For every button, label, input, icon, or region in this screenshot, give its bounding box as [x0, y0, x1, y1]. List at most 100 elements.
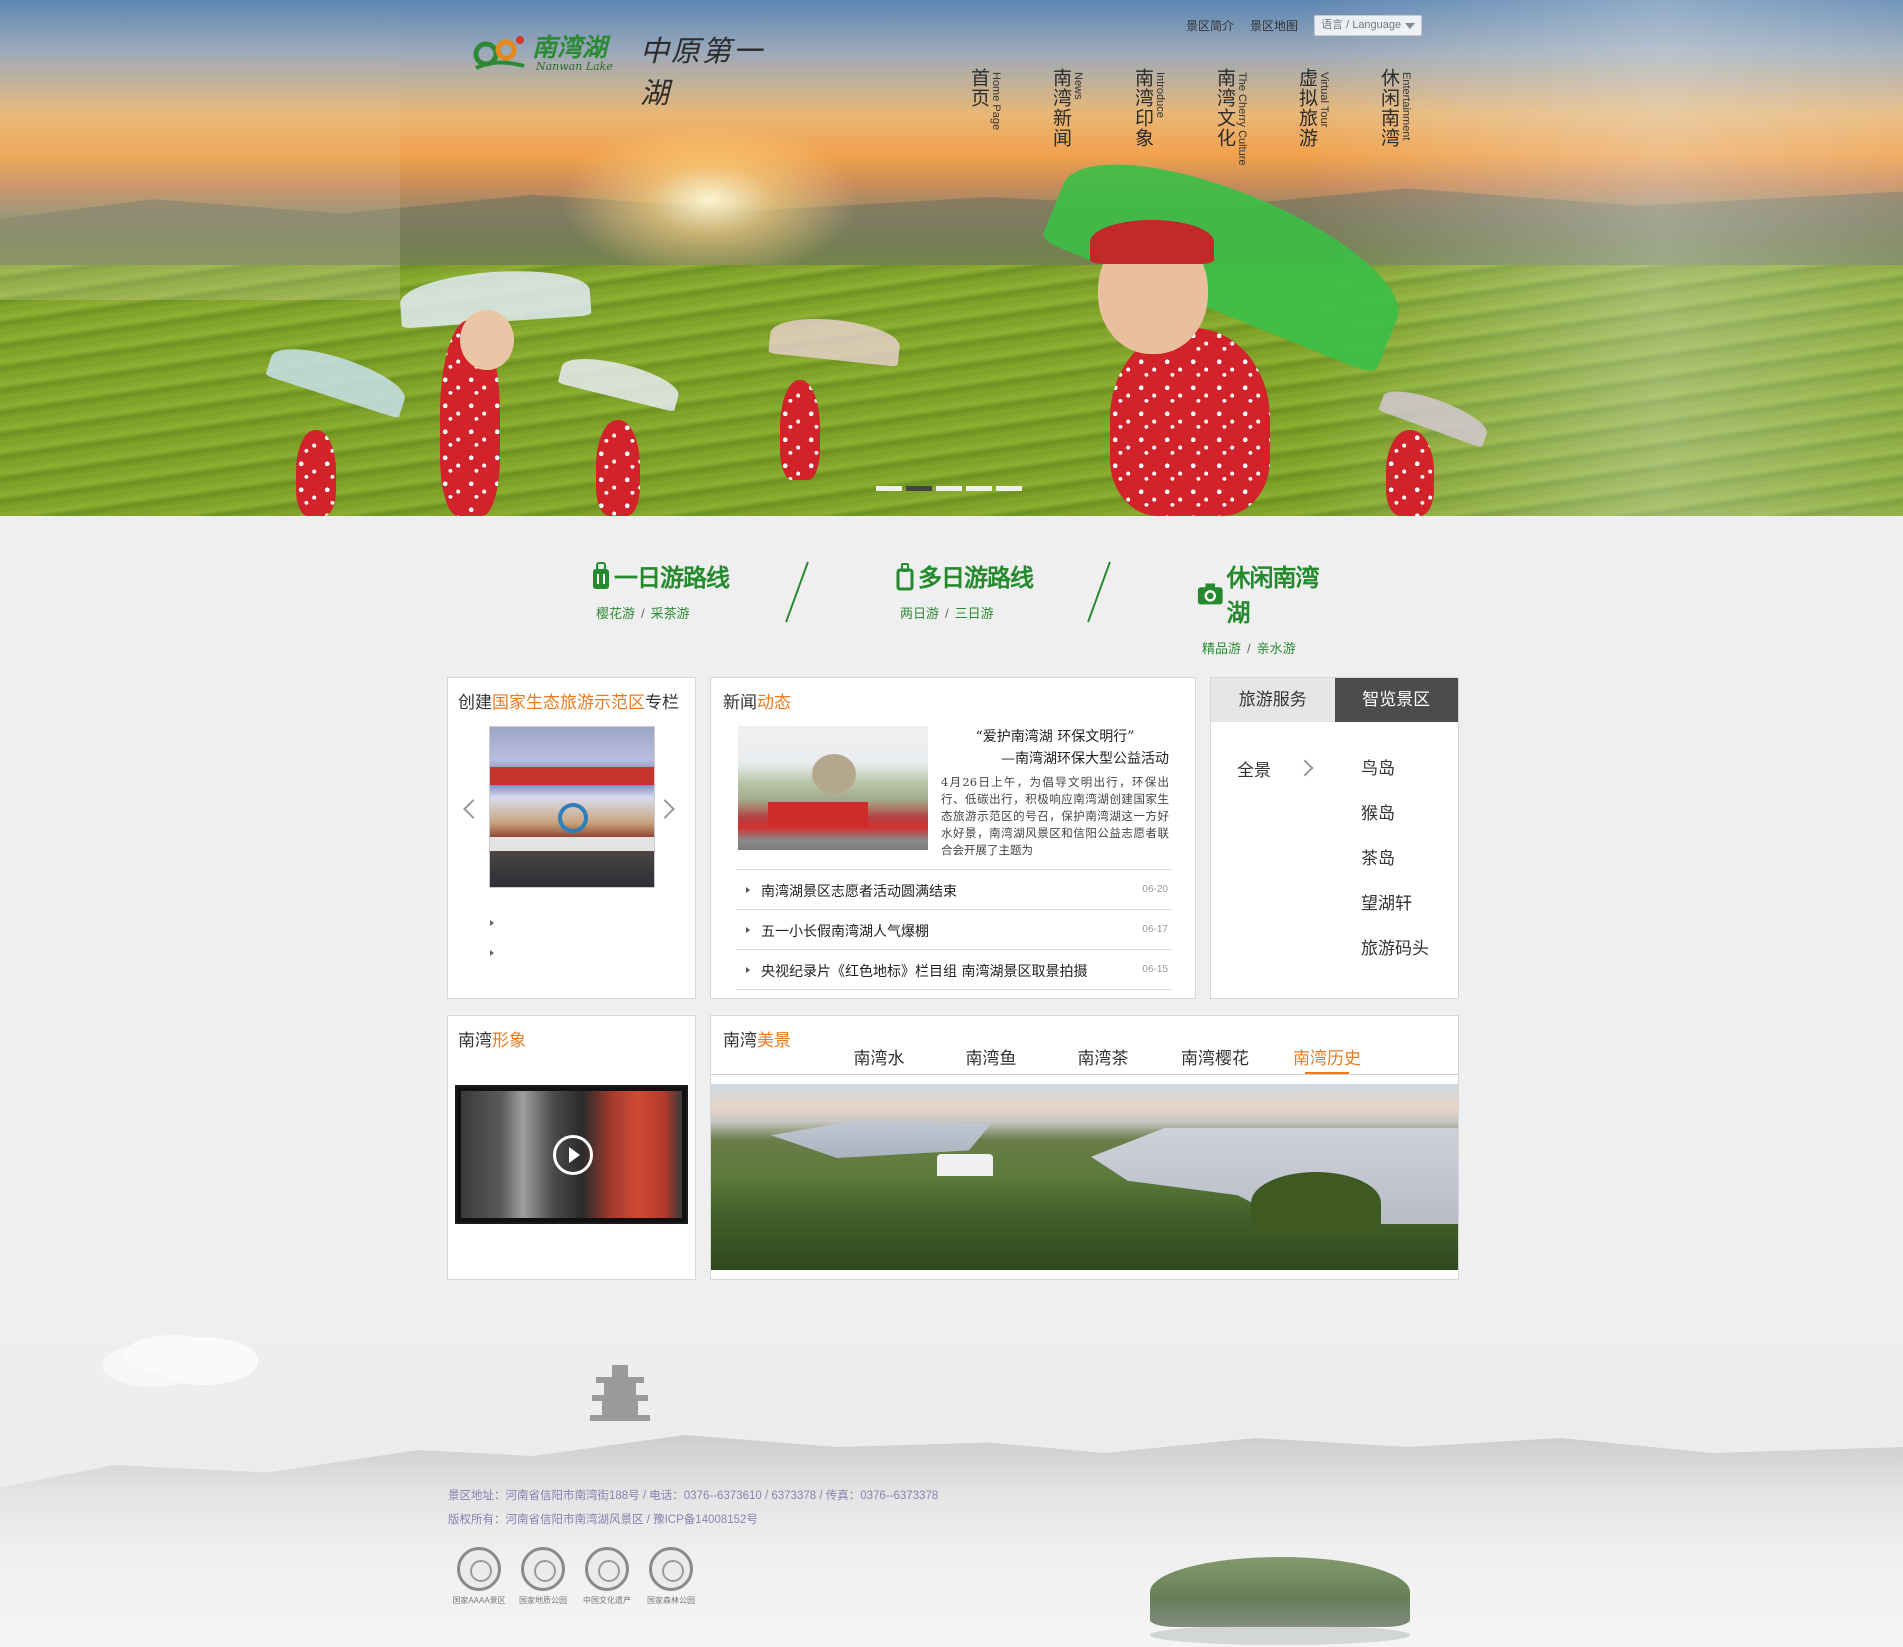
badge-seal-icon	[585, 1547, 629, 1591]
route-sub-link[interactable]: 采茶游	[651, 606, 690, 621]
badge-seal-icon	[457, 1547, 501, 1591]
news-list-item[interactable]: 五一小长假南湾湖人气爆棚 06-17	[736, 910, 1172, 950]
route-subs: 两日游 / 三日游	[894, 603, 1034, 622]
nav-item-entertainment[interactable]: 休闲南湾 Entertainment	[1376, 68, 1458, 198]
slider-pagination	[876, 486, 1026, 491]
news-title: 新闻动态	[723, 688, 791, 713]
scenic-place-item[interactable]: 鸟岛	[1361, 754, 1429, 799]
tea-picker-main	[1110, 328, 1270, 516]
service-tabs: 旅游服务 智览景区	[1211, 678, 1458, 722]
main-nav: 首页 Home Page 南湾新闻 News 南湾印象 Introduce 南湾…	[966, 68, 1458, 198]
scenery-title-a: 南湾	[723, 1031, 757, 1051]
tour-routes: 一日游路线 樱花游 / 采茶游 多日游路线 两日游 / 三日游 休闲南湾湖 精品游 / 亲水…	[586, 558, 1326, 656]
badge-geopark[interactable]: 国家地质公园	[512, 1547, 574, 1606]
badge-forest-park[interactable]: 国家森林公园	[640, 1547, 702, 1606]
news-list-item[interactable]: 央视纪录片《红色地标》栏目组 南湾湖景区取景拍摄 06-15	[736, 950, 1172, 990]
route-title-text: 休闲南湾湖	[1226, 565, 1320, 627]
nav-item-home[interactable]: 首页 Home Page	[966, 68, 1048, 198]
news-item-title: 五一小长假南湾湖人气爆棚	[761, 924, 929, 940]
route-sub-sep: /	[1247, 641, 1251, 656]
image-card-title: 南湾形象	[458, 1026, 526, 1051]
tab-smart-scenic[interactable]: 智览景区	[1334, 678, 1458, 722]
photo-island	[1251, 1172, 1381, 1234]
nav-item-english: Virtual Tour	[1318, 72, 1330, 128]
route-sub-link[interactable]: 精品游	[1202, 641, 1241, 656]
site-footer: 景区地址：河南省信阳市南湾街188号 / 电话：0376--6373610 / …	[0, 1325, 1903, 1647]
logo-name: 南湾湖	[532, 33, 608, 62]
chevron-left-icon[interactable]	[463, 799, 483, 819]
route-leisure[interactable]: 休闲南湾湖 精品游 / 亲水游	[1196, 558, 1336, 656]
hero-sun	[560, 120, 860, 280]
hero-haze-left	[0, 0, 400, 300]
nav-item-english: News	[1072, 72, 1084, 100]
news-title-a: 新闻	[723, 693, 757, 713]
tab-nanwan-tea[interactable]: 南湾茶	[1047, 1044, 1159, 1072]
route-sub-link[interactable]: 三日游	[955, 606, 994, 621]
slider-dot[interactable]	[876, 486, 902, 491]
promo-video[interactable]	[455, 1085, 688, 1224]
news-title-highlight: 动态	[757, 693, 791, 713]
eco-column-card: 创建国家生态旅游示范区专栏	[447, 677, 696, 999]
logo-mark-icon	[473, 36, 525, 70]
scenic-place-item[interactable]: 茶岛	[1361, 844, 1429, 889]
eco-meeting-photo[interactable]	[489, 726, 655, 888]
tab-travel-service[interactable]: 旅游服务	[1211, 678, 1335, 722]
news-list-item[interactable]: 南湾湖景区志愿者活动圆满结束 06-20	[736, 870, 1172, 910]
news-item-title: 南湾湖景区志愿者活动圆满结束	[761, 884, 957, 900]
chevron-down-icon	[1405, 22, 1416, 29]
image-title-a: 南湾	[458, 1031, 492, 1051]
panorama-link[interactable]: 全景	[1237, 756, 1271, 781]
scenic-place-item[interactable]: 猴岛	[1361, 799, 1429, 844]
badge-heritage[interactable]: 中国文化遗产	[576, 1547, 638, 1606]
scenic-place-item[interactable]: 旅游码头	[1361, 934, 1429, 979]
route-multi-day[interactable]: 多日游路线 两日游 / 三日游	[894, 558, 1034, 628]
list-bullet-icon	[746, 967, 750, 973]
nav-item-news[interactable]: 南湾新闻 News	[1048, 68, 1130, 198]
photo-table	[490, 837, 654, 851]
chevron-right-icon[interactable]	[1296, 759, 1314, 777]
scenic-place-item[interactable]: 望湖轩	[1361, 889, 1429, 934]
chevron-right-icon[interactable]	[655, 799, 675, 819]
lake-panorama-photo[interactable]	[711, 1084, 1458, 1270]
route-sub-link[interactable]: 两日游	[900, 606, 939, 621]
route-one-day[interactable]: 一日游路线 樱花游 / 采茶游	[590, 558, 730, 628]
slider-dot[interactable]	[966, 486, 992, 491]
link-scenic-map[interactable]: 景区地图	[1250, 17, 1298, 34]
slider-dot[interactable]	[906, 486, 932, 491]
nav-item-virtual-tour[interactable]: 虚拟旅游 Virtual Tour	[1294, 68, 1376, 198]
nav-item-culture[interactable]: 南湾文化 The Cherry Culture	[1212, 68, 1294, 198]
footer-info: 景区地址：河南省信阳市南湾街188号 / 电话：0376--6373610 / …	[448, 1484, 938, 1532]
slider-dot[interactable]	[936, 486, 962, 491]
news-item-date: 06-17	[1142, 924, 1168, 935]
news-card: 新闻动态 “爱护南湾湖 环保文明行” —南湾湖环保大型公益活动 4月26日上午，…	[710, 677, 1196, 999]
footer-badges: 国家AAAA景区 国家地质公园 中国文化遗产 国家森林公园	[448, 1547, 704, 1606]
route-sub-link[interactable]: 亲水游	[1257, 641, 1296, 656]
eco-title-highlight: 国家生态旅游示范区	[492, 693, 645, 713]
badge-label: 中国文化遗产	[583, 1596, 631, 1605]
play-icon[interactable]	[553, 1135, 593, 1175]
list-bullet-icon	[490, 950, 494, 956]
route-subs: 樱花游 / 采茶游	[590, 603, 730, 622]
tab-nanwan-cherry[interactable]: 南湾樱花	[1159, 1044, 1271, 1072]
tab-nanwan-water[interactable]: 南湾水	[823, 1044, 935, 1072]
list-bullet-icon	[746, 927, 750, 933]
list-bullet-icon	[490, 920, 494, 926]
nav-item-introduce[interactable]: 南湾印象 Introduce	[1130, 68, 1212, 198]
news-item-date: 06-15	[1142, 964, 1168, 975]
route-sub-link[interactable]: 樱花游	[596, 606, 635, 621]
badge-aaaa[interactable]: 国家AAAA景区	[448, 1547, 510, 1606]
tab-nanwan-history[interactable]: 南湾历史	[1271, 1044, 1383, 1074]
news-lead-photo[interactable]	[738, 726, 928, 850]
route-title: 多日游路线	[894, 558, 1034, 593]
slider-dot[interactable]	[996, 486, 1022, 491]
route-divider	[785, 561, 809, 623]
news-lead[interactable]: “爱护南湾湖 环保文明行” —南湾湖环保大型公益活动 4月26日上午，为倡导文明…	[941, 726, 1169, 858]
link-scenic-intro[interactable]: 景区简介	[1186, 17, 1234, 34]
eco-title-b: 专栏	[645, 693, 679, 713]
hero-banner: 南湾湖 Nanwan Lake 中原第一湖 景区简介 景区地图 语言 / Lan…	[0, 0, 1903, 516]
photo-logo	[558, 803, 588, 833]
logo-english: Nanwan Lake	[536, 60, 613, 73]
language-select[interactable]: 语言 / Language	[1314, 14, 1423, 36]
tab-nanwan-fish[interactable]: 南湾鱼	[935, 1044, 1047, 1072]
site-logo[interactable]: 南湾湖 Nanwan Lake 中原第一湖	[472, 26, 772, 110]
